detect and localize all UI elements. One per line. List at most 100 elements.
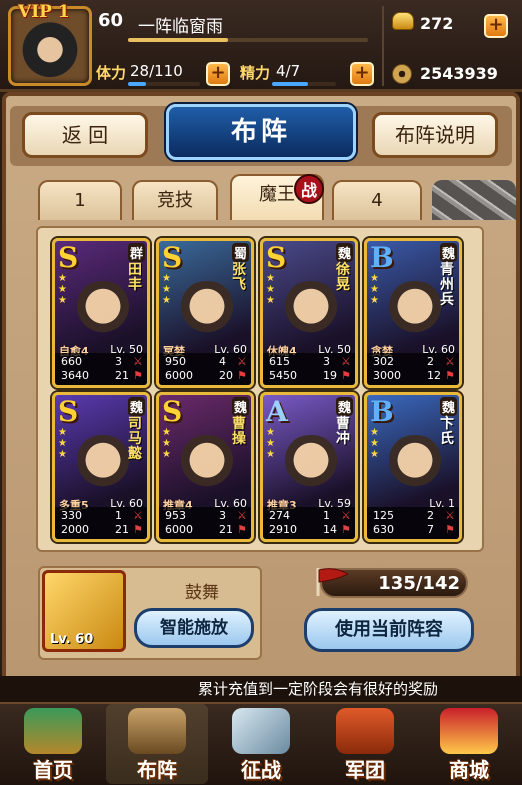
gold-value: 272	[420, 14, 454, 33]
vip-badge[interactable]: VIP 1	[18, 2, 70, 22]
scroll-level: Lv. 60	[50, 632, 94, 647]
nav-home[interactable]: 首页	[2, 704, 104, 784]
hero-face	[385, 281, 445, 337]
flag-mini-icon: ⚑	[237, 523, 247, 536]
hero-faction: 魏	[439, 397, 457, 416]
hero-faction: 群	[127, 243, 145, 262]
ticker-text: 累计充值到一定阶段会有很好的奖励	[198, 680, 439, 698]
legion-banner-icon	[336, 708, 394, 754]
hero-grade: B	[370, 395, 394, 428]
hero-hp: 5450	[269, 369, 297, 382]
hero-card[interactable]: B 魏 青州兵 ★ ★ ★ 贪婪 Lv. 60 302 2 3000 12 ⚔ ⚑	[364, 238, 462, 388]
star-icons: ★ ★ ★	[162, 427, 171, 460]
hero-face	[385, 435, 445, 491]
locked-tab-chain-icon	[432, 180, 516, 220]
star-icons: ★ ★ ★	[58, 427, 67, 460]
hero-card[interactable]: B 魏 卞氏 ★ ★ ★ Lv. 1 125 2 630 7 ⚔ ⚑	[364, 392, 462, 542]
hero-attack: 953	[165, 509, 186, 522]
hero-attack: 615	[269, 355, 290, 368]
hero-hp-rank: 21	[115, 523, 129, 536]
hero-hp-rank: 7	[427, 523, 434, 536]
page-title: 布阵	[166, 104, 356, 160]
hero-attack-rank: 3	[323, 355, 330, 368]
hero-faction: 魏	[335, 397, 353, 416]
energy-value: 4/7	[276, 62, 301, 80]
hero-grade: S	[266, 241, 287, 274]
star-icons: ★ ★ ★	[58, 273, 67, 306]
hero-name: 徐晃	[336, 262, 350, 293]
nav-campaign[interactable]: 征战	[210, 704, 312, 784]
hero-attack-rank: 2	[427, 509, 434, 522]
hero-faction: 魏	[335, 243, 353, 262]
hero-name: 青州兵	[440, 262, 454, 308]
hero-grade: S	[58, 241, 79, 274]
sword-icon: ⚔	[445, 355, 455, 368]
hero-name: 田丰	[128, 262, 142, 293]
flag-mini-icon: ⚑	[445, 523, 455, 536]
nav-shop[interactable]: 商城	[418, 704, 520, 784]
nav-campaign-label: 征战	[241, 758, 281, 782]
auto-cast-button[interactable]: 智能施放	[134, 608, 254, 648]
stamina-bar-fill	[128, 82, 146, 86]
flag-mini-icon: ⚑	[341, 523, 351, 536]
hero-attack-rank: 2	[427, 355, 434, 368]
nav-shop-label: 商城	[449, 758, 489, 782]
hero-face	[73, 281, 133, 337]
sword-icon: ⚔	[133, 355, 143, 368]
hero-hp: 2000	[61, 523, 89, 536]
hero-face	[281, 435, 341, 491]
hero-attack-rank: 1	[115, 509, 122, 522]
hero-attack-rank: 3	[219, 509, 226, 522]
hero-hp: 6000	[165, 369, 193, 382]
flag-icon	[316, 568, 350, 596]
sword-icon: ⚔	[445, 509, 455, 522]
player-level: 60	[98, 10, 124, 31]
hero-card[interactable]: S 魏 曹操 ★ ★ ★ 推章4 Lv. 60 953 3 6000 21 ⚔ ⚑	[156, 392, 254, 542]
hero-name: 曹冲	[336, 416, 350, 447]
stamina-label: 体力	[96, 64, 127, 82]
stamina-plus-button[interactable]: +	[206, 62, 230, 86]
hero-attack: 330	[61, 509, 82, 522]
flag-mini-icon: ⚑	[237, 369, 247, 382]
sword-icon: ⚔	[341, 355, 351, 368]
tab-4[interactable]: 4	[332, 180, 422, 220]
back-button[interactable]: 返 回	[22, 112, 148, 158]
hero-card[interactable]: S 群 田丰 ★ ★ ★ 自愈4 Lv. 50 660 3 3640 21 ⚔ ⚑	[52, 238, 150, 388]
divider	[382, 6, 384, 86]
gold-plus-button[interactable]: +	[484, 14, 508, 38]
nav-formation[interactable]: 布阵	[106, 704, 208, 784]
hero-card[interactable]: A 魏 曹冲 ★ ★ ★ 推章3 Lv. 59 274 1 2910 14 ⚔ ⚑	[260, 392, 358, 542]
player-name: 一阵临窗雨	[138, 17, 223, 37]
hero-card[interactable]: S 蜀 张飞 ★ ★ ★ 冥婪 Lv. 60 950 4 6000 20 ⚔ ⚑	[156, 238, 254, 388]
tab-1[interactable]: 1	[38, 180, 122, 220]
nav-legion[interactable]: 军团	[314, 704, 416, 784]
hero-name: 曹操	[232, 416, 246, 447]
energy-label: 精力	[240, 64, 271, 82]
crossed-swords-icon	[232, 708, 290, 754]
hero-grade: S	[58, 395, 79, 428]
hero-name: 卞氏	[440, 416, 454, 447]
hero-hp-rank: 21	[219, 523, 233, 536]
flag-mini-icon: ⚑	[133, 369, 143, 382]
hero-faction: 魏	[439, 243, 457, 262]
gold-ingot-icon	[392, 12, 414, 30]
tab-arena[interactable]: 竞技	[132, 180, 218, 220]
hero-face	[73, 435, 133, 491]
hero-card[interactable]: S 魏 司马懿 ★ ★ ★ 多重5 Lv. 60 330 1 2000 21 ⚔ ⚑	[52, 392, 150, 542]
nav-formation-label: 布阵	[137, 758, 177, 782]
hero-card[interactable]: S 魏 徐晃 ★ ★ ★ 休魄4 Lv. 50 615 3 5450 19 ⚔ ⚑	[260, 238, 358, 388]
formation-help-button[interactable]: 布阵说明	[372, 112, 498, 158]
hero-face	[177, 281, 237, 337]
hero-hp: 3000	[373, 369, 401, 382]
hero-attack: 660	[61, 355, 82, 368]
sword-icon: ⚔	[341, 509, 351, 522]
use-formation-button[interactable]: 使用当前阵容	[304, 608, 474, 652]
hero-hp-rank: 21	[115, 369, 129, 382]
hero-hp-rank: 19	[323, 369, 337, 382]
hero-grade: B	[370, 241, 394, 274]
energy-plus-button[interactable]: +	[350, 62, 374, 86]
skill-name: 鼓舞	[185, 583, 219, 603]
energy-bar-fill	[272, 82, 309, 86]
star-icons: ★ ★ ★	[266, 427, 275, 460]
flag-mini-icon: ⚑	[133, 523, 143, 536]
